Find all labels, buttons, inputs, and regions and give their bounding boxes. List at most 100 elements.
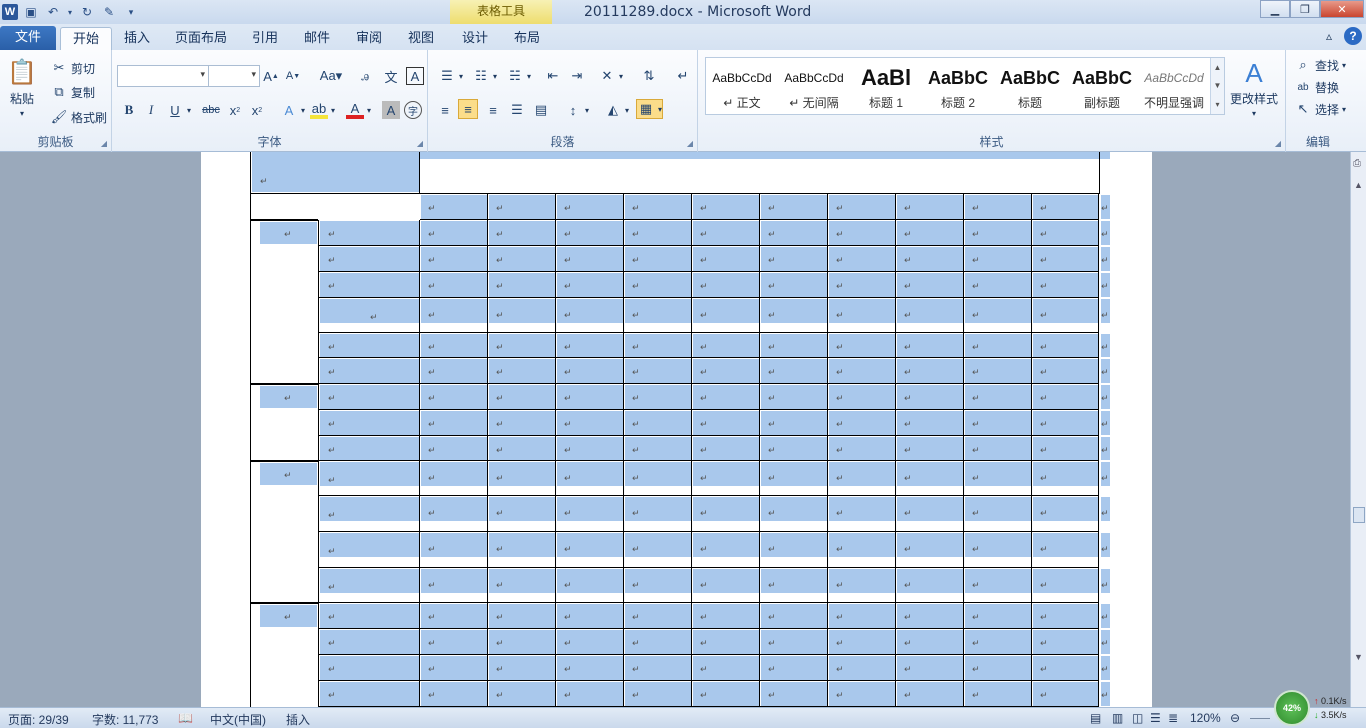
scrollbar-thumb[interactable] xyxy=(1353,507,1365,523)
table-cell[interactable] xyxy=(624,496,692,532)
table-cell[interactable] xyxy=(420,333,488,358)
highlight-button[interactable]: ab ▾ xyxy=(310,101,335,119)
table-cell[interactable] xyxy=(828,246,896,272)
table-cell[interactable] xyxy=(896,384,964,410)
replace-button[interactable]: ab 替换 xyxy=(1294,78,1339,96)
table-cell[interactable] xyxy=(896,358,964,384)
table-cell[interactable] xyxy=(964,496,1032,532)
table-cell[interactable] xyxy=(896,298,964,333)
style-no-spacing[interactable]: AaBbCcDd ↵ 无间隔 xyxy=(778,58,850,114)
undo-dropdown-icon[interactable]: ▾ xyxy=(66,3,74,21)
grow-font-button[interactable]: A ▲ xyxy=(262,67,280,85)
table-cell[interactable] xyxy=(760,384,828,410)
subscript-button[interactable]: x2 xyxy=(226,101,244,119)
table-border[interactable] xyxy=(250,460,318,461)
borders-button[interactable]: ▦ ▾ xyxy=(636,99,664,119)
table-row[interactable] xyxy=(318,298,420,333)
table-cell[interactable] xyxy=(760,436,828,461)
table-cell[interactable] xyxy=(964,384,1032,410)
table-cell[interactable] xyxy=(692,681,760,707)
table-cell[interactable] xyxy=(760,272,828,298)
table-cell[interactable] xyxy=(556,333,624,358)
dialog-launcher-icon[interactable]: ◢ xyxy=(417,139,423,148)
table-cell[interactable] xyxy=(420,532,488,568)
table-cell[interactable] xyxy=(624,532,692,568)
table-row[interactable] xyxy=(318,655,420,681)
minimize-button[interactable]: ▁ xyxy=(1260,0,1290,18)
table-cell[interactable] xyxy=(896,603,964,629)
table-cell[interactable] xyxy=(692,568,760,603)
table-cell[interactable] xyxy=(624,384,692,410)
tab-review[interactable]: 审阅 xyxy=(346,27,392,50)
table-cell[interactable] xyxy=(488,220,556,246)
table-cell[interactable] xyxy=(1032,436,1099,461)
zoom-slider[interactable] xyxy=(1250,718,1270,719)
table-cell[interactable] xyxy=(1032,603,1099,629)
table-cell[interactable] xyxy=(1032,568,1099,603)
table-cell[interactable] xyxy=(420,384,488,410)
tab-page-layout[interactable]: 页面布局 xyxy=(168,27,234,50)
table-row[interactable] xyxy=(318,461,420,496)
table-cell[interactable] xyxy=(760,496,828,532)
tab-file[interactable]: 文件 xyxy=(0,26,56,50)
table-cell[interactable] xyxy=(556,532,624,568)
shrink-font-button[interactable]: A ▼ xyxy=(284,67,302,85)
change-styles-button[interactable]: A 更改样式 ▾ xyxy=(1230,58,1278,119)
undo-icon[interactable]: ↶ xyxy=(44,3,62,21)
table-row[interactable] xyxy=(318,629,420,655)
table-cell[interactable] xyxy=(896,194,964,220)
table-border[interactable] xyxy=(250,194,251,707)
table-cell[interactable] xyxy=(964,272,1032,298)
table-cell[interactable] xyxy=(556,194,624,220)
table-border[interactable] xyxy=(250,219,318,220)
table-cell[interactable] xyxy=(964,603,1032,629)
draft-view-icon[interactable]: ≣ xyxy=(1168,711,1178,725)
table-cell[interactable] xyxy=(964,629,1032,655)
table-cell[interactable] xyxy=(964,333,1032,358)
table-cell[interactable] xyxy=(488,298,556,333)
table-cell[interactable] xyxy=(896,655,964,681)
tab-table-design[interactable]: 设计 xyxy=(452,27,498,50)
table-cell[interactable] xyxy=(828,681,896,707)
ribbon-collapse-icon[interactable]: ▵ xyxy=(1320,27,1338,45)
document-page[interactable]: ↵ ↵ ↵ ↵ ↵ ↵ ↵ ↵ ↵ ↵ ↵ ↵ ↵ ↵ ↵ ↵ ↵ ↵ ↵ ↵ ↵ ↵ ↵ ↵ ↵ ↵ ↵ ↵ ↵ ↵ ↵ ↵ ↵ ↵ ↵ ↵ ↵ ↵ ↵ ↵… xyxy=(201,152,1152,707)
table-cell[interactable] xyxy=(692,358,760,384)
tab-insert[interactable]: 插入 xyxy=(114,27,160,50)
table-cell[interactable] xyxy=(828,272,896,298)
table-cell[interactable] xyxy=(488,358,556,384)
save-icon[interactable]: ▣ xyxy=(22,3,40,21)
cut-button[interactable]: ✂ 剪切 xyxy=(50,59,95,77)
table-cell[interactable] xyxy=(828,629,896,655)
table-cell[interactable] xyxy=(760,246,828,272)
paste-button[interactable]: 📋 粘贴 ▾ xyxy=(7,56,37,119)
strikethrough-button[interactable]: abc xyxy=(200,101,222,119)
table-border[interactable] xyxy=(250,602,318,603)
table-cell[interactable] xyxy=(420,681,488,707)
table-cell[interactable] xyxy=(624,272,692,298)
table-cell[interactable] xyxy=(556,246,624,272)
table-cell[interactable] xyxy=(1032,496,1099,532)
table-cell[interactable] xyxy=(692,603,760,629)
table-cell[interactable] xyxy=(420,568,488,603)
table-border[interactable] xyxy=(250,461,318,462)
tab-table-layout[interactable]: 布局 xyxy=(504,27,550,50)
table-cell[interactable] xyxy=(1032,358,1099,384)
table-cell[interactable] xyxy=(964,681,1032,707)
table-cell[interactable] xyxy=(964,298,1032,333)
table-cell[interactable] xyxy=(488,410,556,436)
table-cell[interactable] xyxy=(488,655,556,681)
table-cell[interactable] xyxy=(488,384,556,410)
table-cell[interactable] xyxy=(556,220,624,246)
show-marks-button[interactable]: ↵ xyxy=(674,67,692,85)
scroll-down-icon[interactable]: ▼ xyxy=(1354,652,1363,662)
scroll-up-icon[interactable]: ▲ xyxy=(1354,180,1363,190)
table-cell[interactable] xyxy=(488,436,556,461)
table-cell[interactable] xyxy=(624,358,692,384)
table-row[interactable] xyxy=(318,384,420,410)
table-cell[interactable] xyxy=(896,681,964,707)
italic-button[interactable]: I xyxy=(142,101,160,119)
table-cell[interactable] xyxy=(488,629,556,655)
table-cell[interactable] xyxy=(760,358,828,384)
style-heading-2[interactable]: AaBbC 标题 2 xyxy=(922,58,994,114)
tab-home[interactable]: 开始 xyxy=(60,27,112,50)
